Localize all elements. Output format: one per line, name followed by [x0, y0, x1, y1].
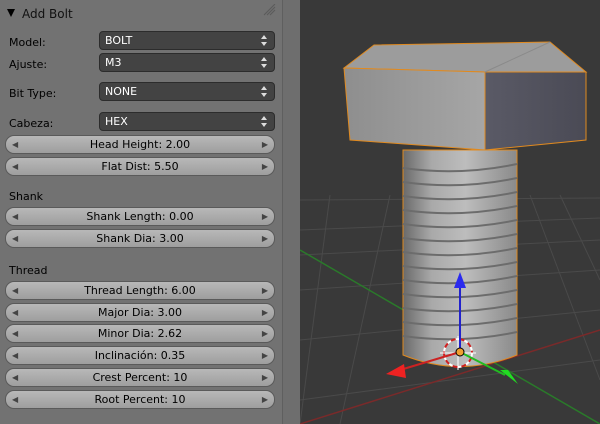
bit-type-value: NONE [105, 85, 138, 98]
shank-length-text: Shank Length: 0.00 [86, 210, 194, 223]
increment-arrow-icon[interactable]: ▶ [262, 347, 268, 364]
root-percent-text: Root Percent: 10 [94, 393, 186, 406]
flat-dist-field[interactable]: ◀ Flat Dist: 5.50 ▶ [5, 157, 275, 176]
decrement-arrow-icon[interactable]: ◀ [12, 304, 18, 321]
x-axis-arrow-icon [386, 364, 406, 378]
panel-scroll-gutter[interactable] [282, 0, 300, 424]
cabeza-label: Cabeza: [9, 117, 54, 130]
increment-arrow-icon[interactable]: ▶ [262, 369, 268, 386]
thread-section-label: Thread [9, 264, 48, 277]
bit-type-dropdown[interactable]: NONE [99, 82, 275, 101]
increment-arrow-icon[interactable]: ▶ [262, 391, 268, 408]
increment-arrow-icon[interactable]: ▶ [262, 136, 268, 153]
inclinacion-text: Inclinación: 0.35 [94, 349, 186, 362]
decrement-arrow-icon[interactable]: ◀ [12, 158, 18, 175]
major-dia-text: Major Dia: 3.00 [98, 306, 182, 319]
decrement-arrow-icon[interactable]: ◀ [12, 391, 18, 408]
panel-title: Add Bolt [22, 7, 73, 21]
shank-length-field[interactable]: ◀ Shank Length: 0.00 ▶ [5, 207, 275, 226]
model-value: BOLT [105, 34, 133, 47]
decrement-arrow-icon[interactable]: ◀ [12, 369, 18, 386]
increment-arrow-icon[interactable]: ▶ [262, 230, 268, 247]
3d-viewport[interactable] [300, 0, 600, 424]
updown-arrows-icon [261, 86, 267, 97]
thread-length-text: Thread Length: 6.00 [84, 284, 196, 297]
drag-grip-icon[interactable] [262, 4, 276, 16]
decrement-arrow-icon[interactable]: ◀ [12, 208, 18, 225]
increment-arrow-icon[interactable]: ▶ [262, 282, 268, 299]
cabeza-dropdown[interactable]: HEX [99, 112, 275, 131]
updown-arrows-icon [261, 57, 267, 68]
y-axis-arrow-icon [500, 370, 518, 384]
crest-percent-field[interactable]: ◀ Crest Percent: 10 ▶ [5, 368, 275, 387]
increment-arrow-icon[interactable]: ▶ [262, 304, 268, 321]
model-label: Model: [9, 36, 46, 49]
collapse-triangle-icon[interactable] [6, 8, 16, 18]
increment-arrow-icon[interactable]: ▶ [262, 208, 268, 225]
bolt-hex-head [342, 41, 588, 151]
viewport-scene [300, 41, 600, 424]
shank-dia-text: Shank Dia: 3.00 [96, 232, 184, 245]
flat-dist-text: Flat Dist: 5.50 [101, 160, 179, 173]
model-dropdown[interactable]: BOLT [99, 31, 275, 50]
decrement-arrow-icon[interactable]: ◀ [12, 230, 18, 247]
inclinacion-field[interactable]: ◀ Inclinación: 0.35 ▶ [5, 346, 275, 365]
shank-dia-field[interactable]: ◀ Shank Dia: 3.00 ▶ [5, 229, 275, 248]
head-height-field[interactable]: ◀ Head Height: 2.00 ▶ [5, 135, 275, 154]
ajuste-label: Ajuste: [9, 58, 48, 71]
increment-arrow-icon[interactable]: ▶ [262, 325, 268, 342]
thread-length-field[interactable]: ◀ Thread Length: 6.00 ▶ [5, 281, 275, 300]
increment-arrow-icon[interactable]: ▶ [262, 158, 268, 175]
head-height-text: Head Height: 2.00 [89, 138, 191, 151]
updown-arrows-icon [261, 116, 267, 127]
root-percent-field[interactable]: ◀ Root Percent: 10 ▶ [5, 390, 275, 409]
decrement-arrow-icon[interactable]: ◀ [12, 282, 18, 299]
ajuste-value: M3 [105, 56, 122, 69]
bit-type-label: Bit Type: [9, 87, 57, 100]
operator-panel: Add Bolt Model: BOLT Ajuste: M3 Bit Type… [0, 0, 282, 424]
crest-percent-text: Crest Percent: 10 [92, 371, 188, 384]
major-dia-field[interactable]: ◀ Major Dia: 3.00 ▶ [5, 303, 275, 322]
shank-section-label: Shank [9, 190, 44, 203]
panel-header[interactable]: Add Bolt [0, 0, 282, 28]
ajuste-dropdown[interactable]: M3 [99, 53, 275, 72]
decrement-arrow-icon[interactable]: ◀ [12, 325, 18, 342]
updown-arrows-icon [261, 35, 267, 46]
minor-dia-text: Minor Dia: 2.62 [97, 327, 183, 340]
minor-dia-field[interactable]: ◀ Minor Dia: 2.62 ▶ [5, 324, 275, 343]
decrement-arrow-icon[interactable]: ◀ [12, 347, 18, 364]
origin-point-icon [455, 347, 465, 357]
cabeza-value: HEX [105, 115, 128, 128]
decrement-arrow-icon[interactable]: ◀ [12, 136, 18, 153]
